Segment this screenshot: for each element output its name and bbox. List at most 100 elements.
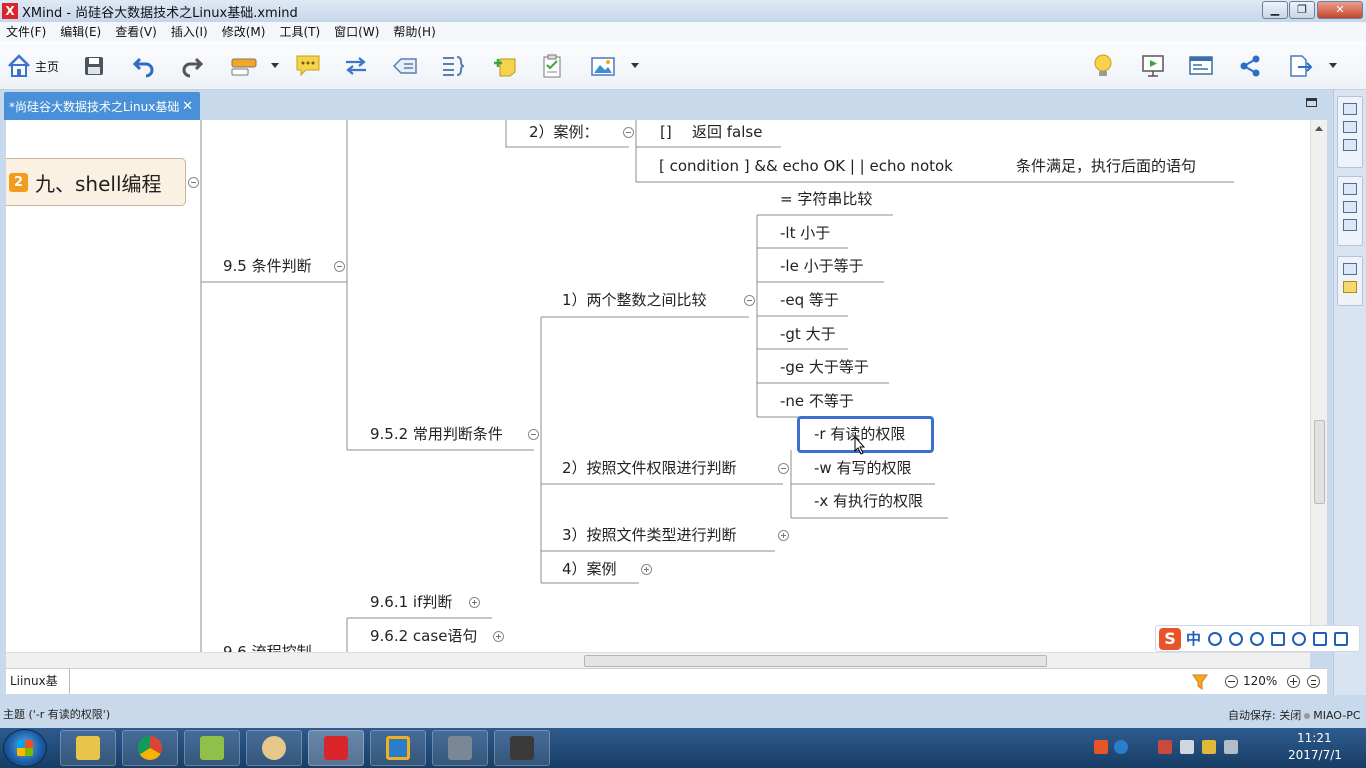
search-panel-icon[interactable] [1343,139,1357,151]
redo-button[interactable] [180,53,204,79]
horizontal-scrollbar[interactable] [6,652,1310,668]
presentation-button[interactable] [1140,53,1166,79]
topic-case-4[interactable]: 4）案例 [562,559,617,579]
undo-button[interactable] [132,53,156,79]
topic-bracket[interactable]: [] [660,122,672,142]
tab-document[interactable]: *尚硅谷大数据技术之Linux基础 ✕ [4,92,200,120]
keyboard-icon[interactable] [1271,631,1286,646]
sogou-tray-icon[interactable] [1094,740,1108,754]
expand-icon[interactable] [469,597,480,608]
collapse-icon[interactable] [528,429,539,440]
topic-9-6[interactable]: 9.6 流程控制 [223,642,312,652]
topic-ne[interactable]: -ne 不等于 [780,391,854,411]
taskbar-notepad[interactable] [184,730,240,766]
close-button[interactable]: ✕ [1317,1,1363,19]
power-tray-icon[interactable] [1202,740,1216,754]
topic-9-5-2[interactable]: 9.5.2 常用判断条件 [370,424,503,444]
menu-modify[interactable]: 修改(M) [222,23,266,40]
scroll-up-icon[interactable] [1315,126,1323,131]
zoom-fit-button[interactable] [1307,675,1320,688]
topic-9-5[interactable]: 9.5 条件判断 [223,256,312,276]
taskbar-explorer[interactable] [60,730,116,766]
properties-panel-icon[interactable] [1343,183,1357,195]
sheet-panel-icon[interactable] [1343,219,1357,231]
zoom-in-button[interactable] [1287,675,1300,688]
volume-tray-icon[interactable] [1224,740,1238,754]
topic-le[interactable]: -le 小于等于 [780,256,864,276]
mindmap-canvas[interactable]: 2 九、shell编程 9.5 条件判断 2）案例： [] 返回 false [… [6,120,1310,652]
marker-button[interactable] [492,53,518,79]
collapse-icon[interactable] [744,295,755,306]
horizontal-scroll-thumb[interactable] [584,655,1047,667]
emoji-icon[interactable] [1229,631,1244,646]
save-button[interactable] [83,53,105,79]
tips-button[interactable] [1092,53,1114,79]
ime-mode-indicator[interactable]: 中 [1186,628,1201,649]
task-info-button[interactable] [540,53,564,79]
topic-int-compare[interactable]: 1）两个整数之间比较 [562,290,707,310]
topic-return-false[interactable]: 返回 false [692,122,762,142]
collapse-icon[interactable] [778,463,789,474]
ime-toolbar[interactable]: S 中 [1155,625,1360,652]
taskbar-paint[interactable] [246,730,302,766]
menu-view[interactable]: 查看(V) [115,23,157,40]
collapse-icon[interactable] [188,177,199,188]
expand-icon[interactable] [641,564,652,575]
topic-condition-note[interactable]: 条件满足，执行后面的语句 [1016,156,1196,176]
maximize-button[interactable]: ❐ [1289,1,1315,19]
topic-9-6-2[interactable]: 9.6.2 case语句 [370,626,477,646]
boundary-button[interactable] [392,53,418,79]
topic-gt[interactable]: -gt 大于 [780,324,836,344]
autosave-status[interactable]: 自动保存: 关闭 MIAO-PC [1228,707,1361,723]
menu-edit[interactable]: 编辑(E) [60,23,101,40]
topic-write-permission[interactable]: -w 有写的权限 [814,458,911,478]
minimize-button[interactable]: ▁ [1262,1,1288,19]
taskbar-xmind[interactable] [308,730,364,766]
punctuation-icon[interactable] [1208,631,1223,646]
structure-panel-icon[interactable] [1343,121,1357,133]
clock-date[interactable]: 2017/7/1 [1288,748,1342,762]
central-topic[interactable]: 2 九、shell编程 [6,158,186,206]
expand-icon[interactable] [493,631,504,642]
relationship-button[interactable] [343,53,369,79]
menu-tools[interactable]: 工具(T) [279,23,320,40]
topic-lt[interactable]: -lt 小于 [780,223,830,243]
tab-close-icon[interactable]: ✕ [182,99,193,114]
clock-time[interactable]: 11:21 [1297,731,1332,745]
skin-icon[interactable] [1313,631,1328,646]
microphone-icon[interactable] [1250,631,1265,646]
taskbar-virtualbox[interactable] [370,730,426,766]
topic-file-type[interactable]: 3）按照文件类型进行判断 [562,525,737,545]
help-tray-icon[interactable] [1114,740,1128,754]
sheet-tab[interactable]: Liinux基础 [6,669,70,713]
callout-button[interactable] [294,53,322,79]
topic-condition[interactable]: [ condition ] && echo OK | | echo notok [659,156,953,176]
topic-file-permission[interactable]: 2）按照文件权限进行判断 [562,458,737,478]
expand-icon[interactable] [778,530,789,541]
topic-eq[interactable]: -eq 等于 [780,290,839,310]
export-button[interactable] [1287,53,1313,79]
settings-wrench-icon[interactable] [1334,631,1349,646]
topic-button[interactable] [230,53,258,79]
collapse-icon[interactable] [334,261,345,272]
taskbar-chrome[interactable] [122,730,178,766]
topic-ge[interactable]: -ge 大于等于 [780,357,869,377]
maximize-editor-icon[interactable] [1306,98,1317,107]
outline-panel-icon[interactable] [1343,103,1357,115]
menu-insert[interactable]: 插入(I) [171,23,208,40]
topic-execute-permission[interactable]: -x 有执行的权限 [814,491,923,511]
notes-panel-icon[interactable] [1343,263,1357,275]
menu-file[interactable]: 文件(F) [6,23,46,40]
topic-string-compare[interactable]: = 字符串比较 [780,189,872,209]
user-icon[interactable] [1292,631,1307,646]
taskbar-recorder[interactable] [494,730,550,766]
share-button[interactable] [1238,53,1262,79]
format-panel-icon[interactable] [1343,201,1357,213]
taskbar-remote[interactable] [432,730,488,766]
topic-dropdown-icon[interactable] [271,63,279,68]
collapse-icon[interactable] [623,127,634,138]
topic-9-6-1[interactable]: 9.6.1 if判断 [370,592,452,612]
export-dropdown-icon[interactable] [1329,63,1337,68]
menu-help[interactable]: 帮助(H) [393,23,435,40]
home-button[interactable]: 主页 [6,53,59,79]
